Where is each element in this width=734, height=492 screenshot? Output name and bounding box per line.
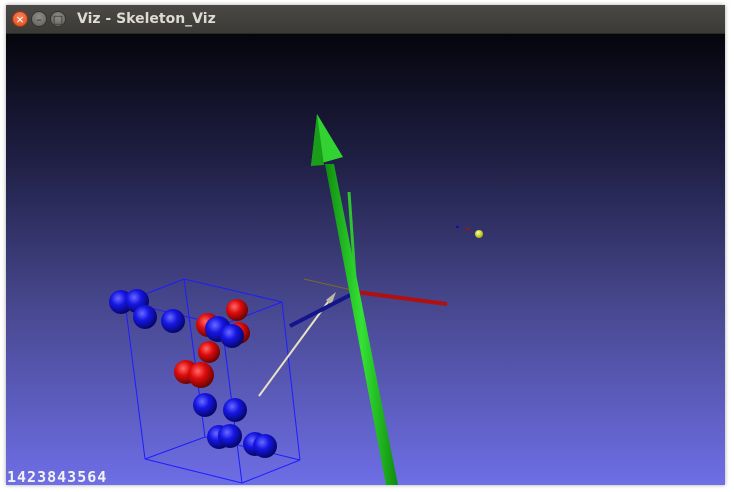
joint-sphere-left <box>220 324 244 348</box>
window-title: Viz - Skeleton_Viz <box>77 11 216 27</box>
joint-sphere-left <box>223 398 247 422</box>
axis-z <box>289 290 357 328</box>
frame-counter: 1423843564 <box>7 468 108 485</box>
joint-sphere-right <box>198 341 220 363</box>
joint-sphere-right <box>226 299 248 321</box>
axis-x <box>355 290 448 306</box>
axis-y-shaft <box>325 164 398 485</box>
camera-marker <box>456 226 483 238</box>
maximize-icon[interactable]: □ <box>50 11 66 27</box>
pointer-ray <box>258 301 329 397</box>
joint-sphere-left <box>133 305 157 329</box>
joint-sphere-left <box>253 434 277 458</box>
joint-sphere-left <box>193 393 217 417</box>
3d-viewport[interactable]: 1423843564 <box>6 34 725 485</box>
minimize-icon[interactable]: – <box>31 11 47 27</box>
joint-sphere-left <box>218 424 242 448</box>
scene-canvas <box>109 114 483 485</box>
title-bar[interactable]: × – □ Viz - Skeleton_Viz <box>6 5 725 34</box>
viz-window: × – □ Viz - Skeleton_Viz 1423843564 <box>6 5 725 485</box>
close-icon[interactable]: × <box>12 11 28 27</box>
joint-sphere-right <box>188 362 214 388</box>
coordinate-axes <box>289 114 448 485</box>
joint-sphere-left <box>161 309 185 333</box>
